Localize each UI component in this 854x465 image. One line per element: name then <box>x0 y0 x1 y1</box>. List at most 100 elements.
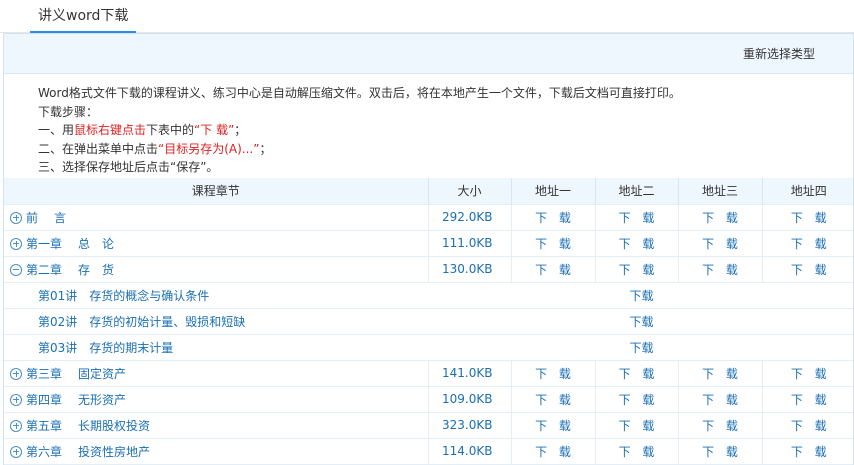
download-link-address-2[interactable]: 下 载 <box>594 412 678 439</box>
download-link-address-4[interactable]: 下 载 <box>761 360 853 387</box>
download-link-address-3[interactable]: 下 载 <box>677 386 762 413</box>
chapter-title[interactable]: 第一章总 论 <box>26 237 114 251</box>
instruction-line-5: 三、选择保存地址后点击“保存”。 <box>38 160 219 174</box>
chapter-number: 第二章 <box>26 262 63 277</box>
chapter-cell: 第六章 投资性房地产 <box>4 438 428 465</box>
file-size: 114.0KB <box>427 438 511 465</box>
download-table: 课程章节 大小 地址一 地址二 地址三 地址四 前言 292.0KB 下 载下 载下… <box>4 178 853 465</box>
collapse-icon[interactable] <box>10 263 22 276</box>
instruction-line-1: Word格式文件下载的课程讲义、练习中心是自动解压缩文件。双击后，将在本地产生一… <box>38 86 681 100</box>
download-link-address-3[interactable]: 下 载 <box>677 230 762 257</box>
download-link-address-1[interactable]: 下 载 <box>510 256 595 283</box>
file-size: 141.0KB <box>427 360 511 387</box>
download-link-address-3[interactable]: 下 载 <box>677 256 762 283</box>
table-subrow: 第01讲 存货的概念与确认条件 下载 <box>4 282 853 309</box>
download-link-address-1[interactable]: 下 载 <box>510 386 595 413</box>
expand-icon[interactable] <box>10 393 22 406</box>
chapter-cell: 前言 <box>4 204 428 231</box>
download-link-address-1[interactable]: 下 载 <box>510 204 595 231</box>
chapter-name: 长期股权投资 <box>78 418 151 433</box>
table-row: 第六章 投资性房地产 114.0KB 下 载下 载下 载下 载 <box>4 438 853 465</box>
lecture-title[interactable]: 第02讲 存货的初始计量、毁损和短缺 <box>4 308 428 335</box>
column-header-size: 大小 <box>427 178 511 205</box>
lecture-name: 存货的初始计量、毁损和短缺 <box>89 314 246 329</box>
panel-toolbar: 重新选择类型 <box>4 34 853 74</box>
expand-icon[interactable] <box>10 445 22 458</box>
table-header-row: 课程章节 大小 地址一 地址二 地址三 地址四 <box>4 178 853 205</box>
download-link-address-2[interactable]: 下 载 <box>594 230 678 257</box>
reselect-type-link[interactable]: 重新选择类型 <box>743 34 815 74</box>
download-link-address-3[interactable]: 下 载 <box>677 438 762 465</box>
download-link-address-2[interactable]: 下 载 <box>594 386 678 413</box>
download-link-address-4[interactable]: 下 载 <box>761 386 853 413</box>
file-size: 323.0KB <box>427 412 511 439</box>
download-link-address-1[interactable]: 下 载 <box>510 438 595 465</box>
lecture-title[interactable]: 第03讲 存货的期末计量 <box>4 334 428 361</box>
table-row: 第二章存 货 130.0KB 下 载下 载下 载下 载 <box>4 256 853 283</box>
file-size: 292.0KB <box>427 204 511 231</box>
chapter-title[interactable]: 第四章 无形资产 <box>26 393 126 407</box>
file-size: 109.0KB <box>427 386 511 413</box>
column-header-chapter: 课程章节 <box>4 178 428 205</box>
download-link-address-2[interactable]: 下 载 <box>594 256 678 283</box>
download-link-address-4[interactable]: 下 载 <box>761 256 853 283</box>
chapter-title[interactable]: 第五章 长期股权投资 <box>26 419 150 433</box>
instruction-line-3: 一、用鼠标右键点击下表中的“下 载”； <box>38 121 853 140</box>
download-link-address-4[interactable]: 下 载 <box>761 412 853 439</box>
expand-icon[interactable] <box>10 237 22 250</box>
chapter-number: 第五章 <box>26 418 63 433</box>
chapter-cell: 第一章总 论 <box>4 230 428 257</box>
expand-icon[interactable] <box>10 211 22 224</box>
lecture-download-link[interactable]: 下载 <box>428 308 853 335</box>
download-panel: 重新选择类型 Word格式文件下载的课程讲义、练习中心是自动解压缩文件。双击后，… <box>3 33 854 465</box>
chapter-title[interactable]: 第二章存 货 <box>26 263 114 277</box>
download-link-address-3[interactable]: 下 载 <box>677 204 762 231</box>
lecture-number: 第02讲 <box>38 314 78 329</box>
chapter-title[interactable]: 第六章 投资性房地产 <box>26 445 150 459</box>
download-link-address-4[interactable]: 下 载 <box>761 204 853 231</box>
download-link-address-2[interactable]: 下 载 <box>594 360 678 387</box>
instruction-text: 二、在弹出菜单中点击 <box>38 141 159 156</box>
download-link-address-3[interactable]: 下 载 <box>677 360 762 387</box>
table-row: 前言 292.0KB 下 载下 载下 载下 载 <box>4 204 853 231</box>
download-link-address-1[interactable]: 下 载 <box>510 412 595 439</box>
download-link-address-4[interactable]: 下 载 <box>761 438 853 465</box>
instruction-highlight: “下 载” <box>194 123 235 137</box>
download-link-address-2[interactable]: 下 载 <box>594 204 678 231</box>
chapter-number: 第六章 <box>26 444 63 459</box>
column-header-address-3: 地址三 <box>677 178 762 205</box>
column-header-address-4: 地址四 <box>761 178 853 205</box>
chapter-name: 固定资产 <box>78 366 127 381</box>
chapter-number: 第四章 <box>26 392 63 407</box>
table-subrow: 第03讲 存货的期末计量 下载 <box>4 334 853 361</box>
instruction-text: 一、用 <box>38 123 75 137</box>
chapter-title[interactable]: 第三章 固定资产 <box>26 367 126 381</box>
file-size: 111.0KB <box>427 230 511 257</box>
lecture-download-link[interactable]: 下载 <box>428 334 853 361</box>
expand-icon[interactable] <box>10 419 22 432</box>
chapter-number: 前 <box>26 210 39 225</box>
table-row: 第五章 长期股权投资 323.0KB 下 载下 载下 载下 载 <box>4 412 853 439</box>
instruction-highlight: 鼠标右键点击 <box>74 123 147 137</box>
download-link-address-3[interactable]: 下 载 <box>677 412 762 439</box>
instruction-text: ； <box>259 141 272 156</box>
lecture-number: 第01讲 <box>38 288 78 303</box>
instruction-line-4: 二、在弹出菜单中点击“目标另存为(A)...”； <box>38 140 853 159</box>
chapter-name: 言 <box>54 210 67 225</box>
lecture-download-link[interactable]: 下载 <box>428 282 853 309</box>
table-row: 第一章总 论 111.0KB 下 载下 载下 载下 载 <box>4 230 853 257</box>
expand-icon[interactable] <box>10 367 22 380</box>
chapter-name: 投资性房地产 <box>78 444 151 459</box>
lecture-title[interactable]: 第01讲 存货的概念与确认条件 <box>4 282 428 309</box>
chapter-name: 存 货 <box>78 262 115 277</box>
chapter-name: 无形资产 <box>78 392 127 407</box>
tab-lecture-word-download[interactable]: 讲义word下载 <box>30 0 137 33</box>
instruction-text: ； <box>234 123 247 137</box>
download-link-address-2[interactable]: 下 载 <box>594 438 678 465</box>
chapter-title[interactable]: 前言 <box>26 211 66 225</box>
chapter-number: 第一章 <box>26 236 63 251</box>
download-link-address-1[interactable]: 下 载 <box>510 230 595 257</box>
table-row: 第四章 无形资产 109.0KB 下 载下 载下 载下 载 <box>4 386 853 413</box>
download-link-address-4[interactable]: 下 载 <box>761 230 853 257</box>
download-link-address-1[interactable]: 下 载 <box>510 360 595 387</box>
